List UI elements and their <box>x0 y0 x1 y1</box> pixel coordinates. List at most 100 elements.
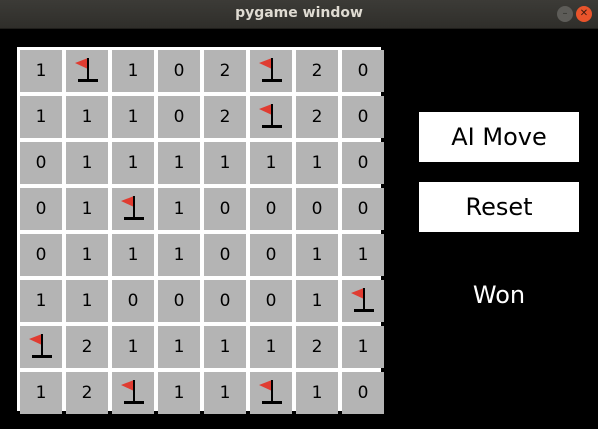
cell-number: 1 <box>311 291 323 311</box>
cell-number: 0 <box>35 153 47 173</box>
flag-icon <box>121 196 144 220</box>
board-cell[interactable]: 2 <box>204 96 246 138</box>
board-cell[interactable]: 0 <box>204 188 246 230</box>
cell-number: 1 <box>265 153 277 173</box>
board-cell[interactable]: 2 <box>296 96 338 138</box>
board-cell[interactable]: 0 <box>20 234 62 276</box>
cell-number: 1 <box>265 337 277 357</box>
ai-move-button[interactable]: AI Move <box>419 112 579 162</box>
window-titlebar: pygame window – ✕ <box>0 0 598 29</box>
board-cell[interactable]: 1 <box>112 234 154 276</box>
board-cell[interactable]: 1 <box>158 234 200 276</box>
board-cell[interactable] <box>342 280 384 322</box>
cell-number: 1 <box>173 153 185 173</box>
cell-number: 1 <box>357 337 369 357</box>
board-cell[interactable]: 0 <box>250 280 292 322</box>
board-cell[interactable]: 1 <box>296 280 338 322</box>
board-cell[interactable]: 1 <box>66 188 108 230</box>
cell-number: 0 <box>173 291 185 311</box>
board-cell[interactable]: 2 <box>66 326 108 368</box>
board-cell[interactable]: 0 <box>20 142 62 184</box>
board-cell[interactable]: 1 <box>112 50 154 92</box>
cell-number: 0 <box>127 291 139 311</box>
cell-number: 0 <box>173 61 185 81</box>
board-cell[interactable]: 1 <box>158 188 200 230</box>
board-cell[interactable]: 1 <box>204 142 246 184</box>
board-cell[interactable] <box>250 372 292 414</box>
cell-number: 0 <box>219 199 231 219</box>
board-cell[interactable]: 0 <box>342 372 384 414</box>
board-cell[interactable]: 1 <box>296 142 338 184</box>
board-cell[interactable]: 0 <box>204 280 246 322</box>
board-cell[interactable]: 0 <box>250 234 292 276</box>
cell-number: 0 <box>265 199 277 219</box>
board-cell[interactable]: 1 <box>112 326 154 368</box>
board-cell[interactable] <box>250 96 292 138</box>
board-cell[interactable]: 1 <box>112 96 154 138</box>
close-icon[interactable]: ✕ <box>576 6 592 22</box>
board-cell[interactable]: 0 <box>250 188 292 230</box>
board-cell[interactable]: 0 <box>342 50 384 92</box>
board-cell[interactable]: 1 <box>250 326 292 368</box>
board-cell[interactable]: 1 <box>66 142 108 184</box>
board-cell[interactable] <box>20 326 62 368</box>
board-cell[interactable]: 1 <box>296 372 338 414</box>
cell-number: 1 <box>219 383 231 403</box>
board-cell[interactable]: 0 <box>342 142 384 184</box>
cell-number: 1 <box>357 245 369 265</box>
flag-icon <box>351 288 374 312</box>
board-cell[interactable]: 1 <box>158 142 200 184</box>
board-cell[interactable]: 0 <box>342 188 384 230</box>
cell-number: 1 <box>35 61 47 81</box>
cell-number: 1 <box>35 291 47 311</box>
cell-number: 0 <box>311 199 323 219</box>
board-cell[interactable]: 0 <box>158 280 200 322</box>
board-cell[interactable]: 1 <box>20 372 62 414</box>
minimize-icon[interactable]: – <box>557 6 573 22</box>
cell-number: 0 <box>35 245 47 265</box>
cell-number: 1 <box>127 337 139 357</box>
board-cell[interactable]: 0 <box>204 234 246 276</box>
board-cell[interactable]: 2 <box>204 50 246 92</box>
board-cell[interactable]: 1 <box>296 234 338 276</box>
board-cell[interactable]: 0 <box>158 96 200 138</box>
board-cell[interactable]: 1 <box>250 142 292 184</box>
reset-button[interactable]: Reset <box>419 182 579 232</box>
board-cell[interactable]: 0 <box>20 188 62 230</box>
board-cell[interactable]: 0 <box>342 96 384 138</box>
cell-number: 1 <box>81 153 93 173</box>
board-cell[interactable]: 1 <box>342 234 384 276</box>
cell-number: 0 <box>265 245 277 265</box>
flag-icon <box>259 58 282 82</box>
board-cell[interactable] <box>250 50 292 92</box>
board-cell[interactable]: 2 <box>66 372 108 414</box>
cell-number: 0 <box>219 245 231 265</box>
board-cell[interactable]: 0 <box>112 280 154 322</box>
board-cell[interactable]: 0 <box>296 188 338 230</box>
board-cell[interactable]: 1 <box>20 280 62 322</box>
cell-number: 1 <box>127 61 139 81</box>
board-cell[interactable]: 1 <box>66 234 108 276</box>
board-cell[interactable]: 1 <box>66 96 108 138</box>
board-cell[interactable]: 1 <box>66 280 108 322</box>
cell-number: 1 <box>81 245 93 265</box>
cell-number: 1 <box>173 245 185 265</box>
board-cell[interactable]: 1 <box>342 326 384 368</box>
cell-number: 0 <box>357 383 369 403</box>
flag-icon <box>121 380 144 404</box>
board-cell[interactable]: 1 <box>204 326 246 368</box>
board-cell[interactable]: 1 <box>158 326 200 368</box>
board-cell[interactable]: 0 <box>158 50 200 92</box>
board-cell[interactable]: 1 <box>20 50 62 92</box>
board-cell[interactable] <box>112 372 154 414</box>
board-cell[interactable]: 1 <box>112 142 154 184</box>
board-cell[interactable]: 1 <box>204 372 246 414</box>
cell-number: 1 <box>35 383 47 403</box>
board-cell[interactable] <box>66 50 108 92</box>
flag-icon <box>29 334 52 358</box>
board-cell[interactable] <box>112 188 154 230</box>
board-cell[interactable]: 2 <box>296 326 338 368</box>
board-cell[interactable]: 1 <box>20 96 62 138</box>
board-cell[interactable]: 1 <box>158 372 200 414</box>
board-cell[interactable]: 2 <box>296 50 338 92</box>
